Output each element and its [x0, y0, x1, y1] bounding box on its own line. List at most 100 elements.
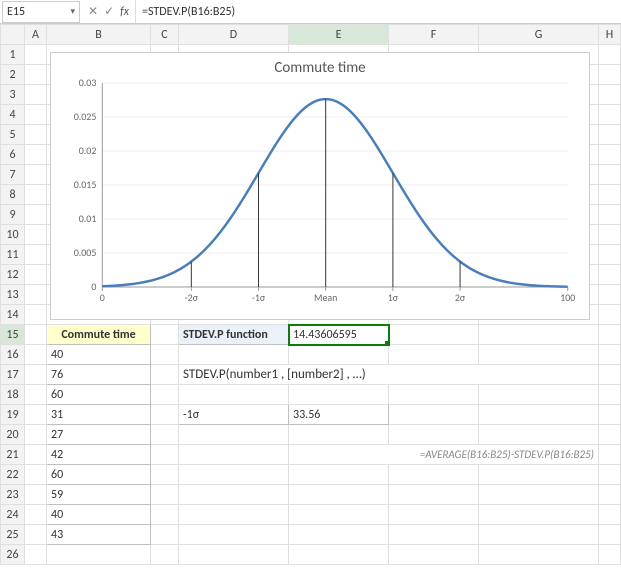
row-header[interactable]: 10: [1, 225, 25, 245]
cell[interactable]: [599, 185, 621, 205]
cell[interactable]: [599, 445, 621, 465]
cell[interactable]: [599, 505, 621, 525]
row-header[interactable]: 11: [1, 245, 25, 265]
fx-icon[interactable]: fx: [120, 5, 129, 19]
formula-input[interactable]: =STDEV.P(B16:B25): [136, 0, 621, 23]
cell[interactable]: [179, 485, 289, 505]
row-header[interactable]: 18: [1, 385, 25, 405]
cell[interactable]: [25, 385, 47, 405]
cell[interactable]: [479, 345, 599, 365]
commute-header-cell[interactable]: Commute time: [47, 325, 151, 345]
cell[interactable]: [599, 245, 621, 265]
formula-example-text[interactable]: =AVERAGE(B16:B25)-STDEV.P(B16:B25): [289, 445, 599, 465]
row-header[interactable]: 2: [1, 65, 25, 85]
row-header[interactable]: 8: [1, 185, 25, 205]
commute-value-cell[interactable]: 59: [47, 485, 151, 505]
cell[interactable]: [25, 185, 47, 205]
cell[interactable]: [151, 365, 179, 385]
row-header[interactable]: 9: [1, 205, 25, 225]
cell[interactable]: [389, 385, 479, 405]
cell[interactable]: [25, 265, 47, 285]
cell[interactable]: [479, 525, 599, 545]
cell[interactable]: [151, 545, 179, 565]
sigma-label-cell[interactable]: -1σ: [179, 405, 289, 425]
row-header[interactable]: 14: [1, 305, 25, 325]
cell[interactable]: [389, 485, 479, 505]
commute-value-cell[interactable]: 31: [47, 405, 151, 425]
row-header[interactable]: 21: [1, 445, 25, 465]
row-header[interactable]: 17: [1, 365, 25, 385]
cell[interactable]: [25, 285, 47, 305]
chevron-down-icon[interactable]: ▾: [70, 6, 75, 17]
row-header[interactable]: 12: [1, 265, 25, 285]
cell[interactable]: [289, 465, 389, 485]
cell[interactable]: [25, 305, 47, 325]
cell[interactable]: [289, 425, 389, 445]
cell[interactable]: [25, 465, 47, 485]
chart-commute-time[interactable]: Commute time 00.0050.010.0150.020.0250.0…: [50, 52, 590, 320]
cell[interactable]: [151, 405, 179, 425]
row-header[interactable]: 4: [1, 105, 25, 125]
cell[interactable]: [179, 385, 289, 405]
cell[interactable]: [25, 85, 47, 105]
cell[interactable]: [599, 225, 621, 245]
function-label-cell[interactable]: STDEV.P function: [179, 325, 289, 345]
cell[interactable]: [479, 405, 599, 425]
cell[interactable]: [151, 385, 179, 405]
cell[interactable]: [389, 525, 479, 545]
row-header[interactable]: 22: [1, 465, 25, 485]
cell[interactable]: [599, 345, 621, 365]
cell[interactable]: [479, 485, 599, 505]
commute-value-cell[interactable]: 40: [47, 505, 151, 525]
cell[interactable]: [25, 425, 47, 445]
cell[interactable]: [289, 385, 389, 405]
cell[interactable]: [479, 465, 599, 485]
cell[interactable]: [25, 65, 47, 85]
name-box[interactable]: E15 ▾: [2, 1, 80, 23]
row-header[interactable]: 13: [1, 285, 25, 305]
cell[interactable]: [179, 345, 289, 365]
cell[interactable]: [151, 485, 179, 505]
row-header[interactable]: 1: [1, 45, 25, 65]
cell[interactable]: [289, 505, 389, 525]
cell[interactable]: [479, 505, 599, 525]
cell[interactable]: [599, 365, 621, 385]
cell[interactable]: [389, 545, 479, 565]
cell[interactable]: [599, 325, 621, 345]
cell[interactable]: [599, 85, 621, 105]
row-header[interactable]: 5: [1, 125, 25, 145]
cell[interactable]: [389, 345, 479, 365]
cell[interactable]: [151, 525, 179, 545]
cell[interactable]: [25, 225, 47, 245]
cell[interactable]: [25, 105, 47, 125]
cell[interactable]: [599, 545, 621, 565]
cell[interactable]: [389, 465, 479, 485]
cell[interactable]: [25, 345, 47, 365]
cell[interactable]: [599, 145, 621, 165]
cell[interactable]: [599, 285, 621, 305]
cell[interactable]: [25, 445, 47, 465]
col-header[interactable]: F: [389, 25, 479, 45]
cancel-icon[interactable]: ✕: [88, 4, 98, 19]
function-result-cell[interactable]: 14.43606595: [289, 325, 389, 345]
cell[interactable]: [25, 545, 47, 565]
commute-value-cell[interactable]: 42: [47, 445, 151, 465]
cell[interactable]: [389, 325, 479, 345]
cell[interactable]: [289, 485, 389, 505]
cell[interactable]: [179, 525, 289, 545]
commute-value-cell[interactable]: 43: [47, 525, 151, 545]
cell[interactable]: [25, 405, 47, 425]
row-header[interactable]: 24: [1, 505, 25, 525]
cell[interactable]: [599, 165, 621, 185]
col-header[interactable]: H: [599, 25, 621, 45]
commute-value-cell[interactable]: 40: [47, 345, 151, 365]
cell[interactable]: [25, 505, 47, 525]
spreadsheet-grid[interactable]: A B C D E F G H 123456789101112131415Com…: [0, 24, 621, 565]
commute-value-cell[interactable]: 76: [47, 365, 151, 385]
col-header[interactable]: B: [47, 25, 151, 45]
cell[interactable]: [479, 425, 599, 445]
enter-icon[interactable]: ✓: [104, 4, 114, 19]
col-header[interactable]: C: [151, 25, 179, 45]
cell[interactable]: [179, 445, 289, 465]
row-header[interactable]: 6: [1, 145, 25, 165]
